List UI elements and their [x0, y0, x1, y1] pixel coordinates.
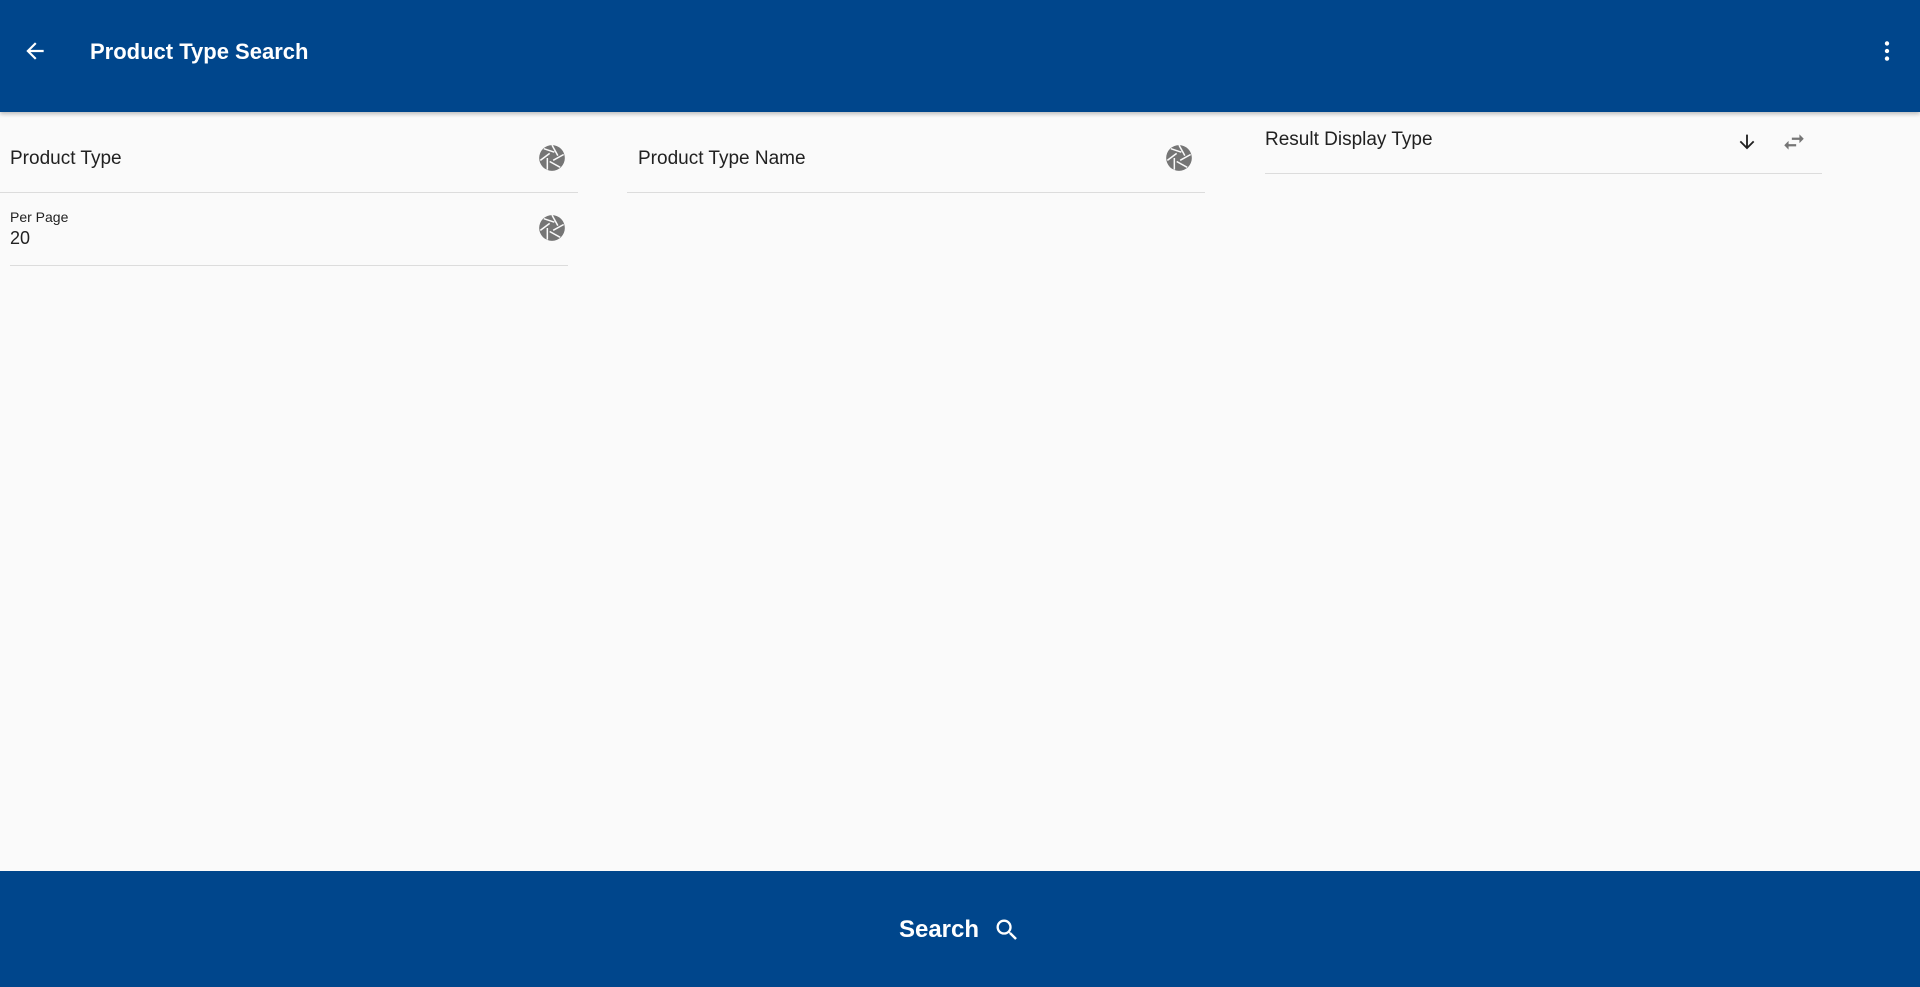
arrow-down-icon [1739, 134, 1755, 150]
more-options-button[interactable] [1866, 30, 1908, 72]
result-display-type-field[interactable]: Result Display Type [1265, 112, 1822, 174]
product-type-name-field[interactable]: Product Type Name [627, 128, 1205, 193]
sort-direction-button[interactable] [1733, 128, 1761, 156]
app-bar: Product Type Search [0, 0, 1920, 112]
aperture-icon[interactable] [1165, 144, 1193, 172]
per-page-value: 20 [10, 228, 31, 248]
swap-display-button[interactable] [1780, 128, 1808, 156]
more-vert-icon [1884, 41, 1890, 61]
product-type-label: Product Type [10, 148, 122, 169]
per-page-label: Per Page [10, 209, 69, 225]
aperture-icon[interactable] [538, 214, 566, 242]
product-type-name-label: Product Type Name [638, 148, 806, 169]
swap-horizontal-icon [1784, 134, 1804, 150]
result-display-type-label: Result Display Type [1265, 129, 1433, 150]
per-page-field[interactable]: Per Page 20 [10, 200, 568, 266]
search-button[interactable]: Search [880, 908, 1040, 952]
magnify-icon [996, 919, 1017, 940]
product-type-field[interactable]: Product Type [0, 128, 578, 193]
search-button-label: Search [898, 916, 980, 943]
page-title: Product Type Search [90, 39, 309, 64]
back-button[interactable] [14, 30, 56, 72]
aperture-icon[interactable] [538, 144, 566, 172]
arrow-left-icon [26, 42, 44, 60]
